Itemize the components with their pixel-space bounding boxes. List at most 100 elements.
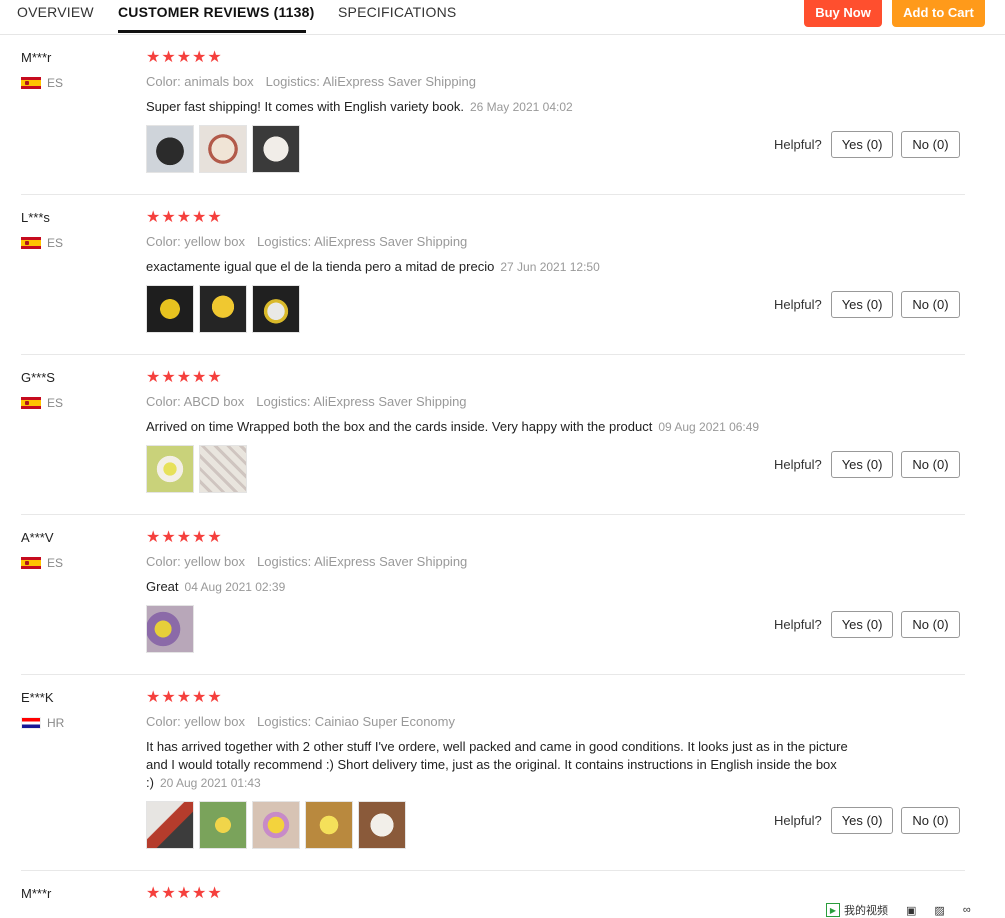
reviewer-name: G***S xyxy=(21,370,55,385)
review-photo-thumbnail[interactable] xyxy=(252,801,300,849)
review-text: Arrived on time Wrapped both the box and… xyxy=(146,418,866,436)
logistics-info: Logistics: AliExpress Saver Shipping xyxy=(257,554,468,569)
image-icon[interactable]: ▨ xyxy=(934,904,944,917)
link-icon[interactable]: ∞ xyxy=(963,904,971,916)
review-photo-thumbnail[interactable] xyxy=(146,125,194,173)
add-to-cart-button[interactable]: Add to Cart xyxy=(892,0,985,27)
reviewer-country: ES xyxy=(21,396,63,410)
review-divider xyxy=(21,870,965,871)
buy-now-button[interactable]: Buy Now xyxy=(804,0,882,27)
review-photo-thumbnail[interactable] xyxy=(146,605,194,653)
review-photo-thumbnail[interactable] xyxy=(252,285,300,333)
product-color: Color: yellow box xyxy=(146,714,245,729)
country-code: HR xyxy=(47,716,65,730)
country-code: ES xyxy=(47,236,64,250)
review-date: 09 Aug 2021 06:49 xyxy=(658,420,760,434)
review-photo-thumbnail[interactable] xyxy=(199,801,247,849)
reviewer-country: ES xyxy=(21,76,63,90)
box-icon[interactable]: ▣ xyxy=(906,904,916,917)
review-meta: Color: ABCD box Logistics: AliExpress Sav… xyxy=(146,394,467,409)
helpful-label: Helpful? xyxy=(774,137,822,152)
review-photos xyxy=(146,285,300,333)
tab-overview[interactable]: OVERVIEW xyxy=(17,4,94,20)
review-photos xyxy=(146,801,406,849)
logistics-info: Logistics: AliExpress Saver Shipping xyxy=(265,74,476,89)
reviewer-name: M***r xyxy=(21,886,52,901)
review-meta: Color: yellow box Logistics: AliExpress S… xyxy=(146,554,467,569)
product-tab-bar: OVERVIEW CUSTOMER REVIEWS (1138) SPECIFI… xyxy=(0,0,1005,35)
reviewer-name: A***V xyxy=(21,530,54,545)
review-photo-thumbnail[interactable] xyxy=(146,801,194,849)
review-divider xyxy=(21,354,965,355)
star-rating: ★★★★★ xyxy=(146,689,223,706)
review-photo-thumbnail[interactable] xyxy=(358,801,406,849)
review-body: Arrived on time Wrapped both the box and… xyxy=(146,419,653,434)
review-text: exactamente igual que el de la tienda pe… xyxy=(146,258,866,276)
country-code: ES xyxy=(47,76,64,90)
review-date: 26 May 2021 04:02 xyxy=(469,100,573,114)
tab-specifications[interactable]: SPECIFICATIONS xyxy=(338,4,456,20)
helpful-no-button[interactable]: No (0) xyxy=(901,451,960,478)
video-label: 我的视频 xyxy=(844,905,888,917)
star-rating: ★★★★★ xyxy=(146,209,223,226)
helpful-no-button[interactable]: No (0) xyxy=(901,131,960,158)
product-color: Color: yellow box xyxy=(146,234,245,249)
review-photos xyxy=(146,445,247,493)
floating-toolbar: ▶ 我的视频 ▣ ▨ ∞ xyxy=(826,902,971,918)
review-photo-thumbnail[interactable] xyxy=(146,445,194,493)
helpful-yes-button[interactable]: Yes (0) xyxy=(830,131,894,158)
review-divider xyxy=(21,194,965,195)
review-text: It has arrived together with 2 other stu… xyxy=(146,738,866,792)
review-body: Great xyxy=(146,579,179,594)
review-date: 04 Aug 2021 02:39 xyxy=(184,580,286,594)
reviewer-name: M***r xyxy=(21,50,52,65)
helpful-no-button[interactable]: No (0) xyxy=(901,291,960,318)
review-photo-thumbnail[interactable] xyxy=(199,285,247,333)
logistics-info: Logistics: AliExpress Saver Shipping xyxy=(257,234,468,249)
reviewer-country: HR xyxy=(21,716,64,730)
spain-flag-icon xyxy=(21,557,41,569)
review-photos xyxy=(146,125,300,173)
helpful-no-button[interactable]: No (0) xyxy=(901,611,960,638)
star-rating: ★★★★★ xyxy=(146,49,223,66)
review-photo-thumbnail[interactable] xyxy=(252,125,300,173)
review-date: 27 Jun 2021 12:50 xyxy=(500,260,600,274)
review-photo-thumbnail[interactable] xyxy=(199,125,247,173)
review-photo-thumbnail[interactable] xyxy=(305,801,353,849)
reviewer-country: ES xyxy=(21,236,63,250)
helpful-label: Helpful? xyxy=(774,457,822,472)
logistics-info: Logistics: Cainiao Super Economy xyxy=(257,714,455,729)
helpful-yes-button[interactable]: Yes (0) xyxy=(830,451,894,478)
helpful-vote: Helpful? Yes (0) No (0) xyxy=(774,131,968,158)
helpful-yes-button[interactable]: Yes (0) xyxy=(830,807,894,834)
helpful-yes-button[interactable]: Yes (0) xyxy=(830,291,894,318)
helpful-vote: Helpful? Yes (0) No (0) xyxy=(774,451,968,478)
review-text: Great 04 Aug 2021 02:39 xyxy=(146,578,866,596)
active-tab-indicator xyxy=(118,30,306,33)
review-photo-thumbnail[interactable] xyxy=(146,285,194,333)
star-rating: ★★★★★ xyxy=(146,529,223,546)
country-code: ES xyxy=(47,396,64,410)
reviewer-name: L***s xyxy=(21,210,50,225)
product-color: Color: animals box xyxy=(146,74,254,89)
review-meta: Color: animals box Logistics: AliExpress … xyxy=(146,74,476,89)
helpful-no-button[interactable]: No (0) xyxy=(901,807,960,834)
review-body: exactamente igual que el de la tienda pe… xyxy=(146,259,495,274)
review-date: 20 Aug 2021 01:43 xyxy=(159,776,261,790)
review-body: Super fast shipping! It comes with Engli… xyxy=(146,99,464,114)
helpful-vote: Helpful? Yes (0) No (0) xyxy=(774,611,968,638)
tab-customer-reviews[interactable]: CUSTOMER REVIEWS (1138) xyxy=(118,4,315,20)
spain-flag-icon xyxy=(21,237,41,249)
video-shortcut[interactable]: ▶ 我的视频 xyxy=(826,902,888,918)
helpful-yes-button[interactable]: Yes (0) xyxy=(830,611,894,638)
review-photo-thumbnail[interactable] xyxy=(199,445,247,493)
logistics-info: Logistics: AliExpress Saver Shipping xyxy=(256,394,467,409)
country-code: ES xyxy=(47,556,64,570)
review-divider xyxy=(21,674,965,675)
product-color: Color: yellow box xyxy=(146,554,245,569)
helpful-vote: Helpful? Yes (0) No (0) xyxy=(774,807,968,834)
reviewer-name: E***K xyxy=(21,690,54,705)
star-rating: ★★★★★ xyxy=(146,369,223,386)
play-icon: ▶ xyxy=(826,903,840,917)
spain-flag-icon xyxy=(21,77,41,89)
